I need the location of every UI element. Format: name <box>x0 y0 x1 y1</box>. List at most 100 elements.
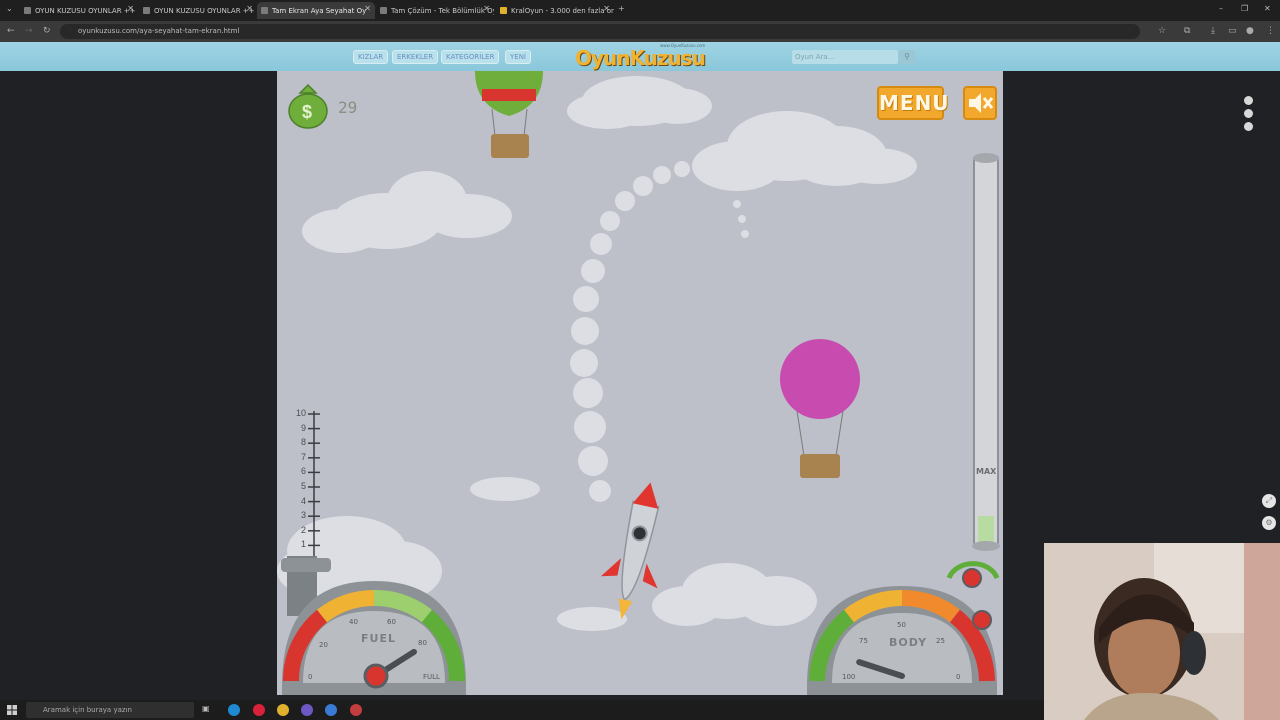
tab-title: OYUN KUZUSU OYUNLAR ++ <box>35 6 136 15</box>
progress-tube <box>972 153 1000 551</box>
fuel-tick-full: FULL <box>423 673 440 681</box>
body-gauge-label: BODY <box>889 636 928 649</box>
altitude-mark: 5 <box>300 481 306 491</box>
recorder-icon[interactable] <box>350 704 362 716</box>
crown-favicon-icon <box>500 7 507 14</box>
money-count: 29 <box>338 98 358 117</box>
fuel-tick-40: 40 <box>349 618 358 626</box>
app-icon[interactable] <box>301 704 313 716</box>
fuel-tick-80: 80 <box>418 639 427 647</box>
game-canvas[interactable]: $ 29 MENU 10 9 8 7 6 5 4 3 2 1 MAX FUEL … <box>277 71 1003 695</box>
taskbar-search-placeholder: Aramak için buraya yazın <box>43 706 132 714</box>
site-favicon-icon <box>261 7 268 14</box>
body-tick-100: 100 <box>842 673 856 681</box>
close-tab-icon[interactable]: ✕ <box>246 4 253 13</box>
nav-erkekler[interactable]: ERKEKLER <box>392 50 439 64</box>
mute-button[interactable] <box>963 86 997 120</box>
site-search-input[interactable]: Oyun Ara... <box>792 50 898 64</box>
pink-balloon <box>780 339 860 478</box>
body-tick-75: 75 <box>859 637 868 645</box>
tab-title: Tam Ekran Aya Seyahat Oy <box>272 6 367 15</box>
tab-title: Tam Çözüm - Tek Bölümlük Oy <box>391 6 494 15</box>
chrome-icon[interactable] <box>277 704 289 716</box>
edge-icon[interactable] <box>228 704 240 716</box>
money-bag-icon: $ <box>288 83 328 129</box>
site-favicon-icon <box>143 7 150 14</box>
extensions-icon[interactable]: ⧉ <box>1184 26 1190 36</box>
svg-text:$: $ <box>302 102 312 122</box>
task-view-icon[interactable]: ▣ <box>202 704 214 716</box>
expand-icon[interactable]: ⤢ <box>1262 494 1276 508</box>
body-gauge <box>807 561 1000 695</box>
fuel-gauge-label: FUEL <box>361 632 396 645</box>
browser-menu-icon[interactable]: ⋮ <box>1266 26 1275 36</box>
browser-tab-1[interactable]: OYUN KUZUSU OYUNLAR ++ ✕ <box>20 2 138 19</box>
windows-start-icon[interactable] <box>7 705 17 715</box>
site-logo-url: www.OyunKuzusu.com <box>660 43 706 48</box>
altitude-mark: 9 <box>300 422 306 433</box>
close-tab-icon[interactable]: ✕ <box>127 4 134 13</box>
browser-tab-2[interactable]: OYUN KUZUSU OYUNLAR ++ ✕ <box>139 2 257 19</box>
webcam-person <box>1044 543 1280 720</box>
site-header: KIZLAR ERKEKLER KATEGORİLER YENİ OyunKuz… <box>0 42 1280 71</box>
altitude-mark: 3 <box>300 510 306 521</box>
site-logo[interactable]: OyunKuzusu <box>575 46 706 70</box>
forward-icon[interactable]: → <box>25 26 33 36</box>
reload-icon[interactable]: ↻ <box>43 26 51 36</box>
site-favicon-icon <box>24 7 31 14</box>
body-tick-25: 25 <box>936 637 945 645</box>
windows-taskbar: Aramak için buraya yazın ▣ <box>0 700 1044 720</box>
options-dot[interactable] <box>1244 122 1253 131</box>
fuel-tick-60: 60 <box>387 618 396 626</box>
telegram-icon[interactable] <box>325 704 337 716</box>
cast-icon[interactable]: ▭ <box>1228 26 1237 36</box>
profile-icon[interactable]: ● <box>1246 26 1254 36</box>
browser-tab-bar: ⌄ OYUN KUZUSU OYUNLAR ++ ✕ OYUN KUZUSU O… <box>0 0 1280 21</box>
browser-tab-5[interactable]: KralOyun - 3.000 den fazla onlin ✕ <box>496 2 614 19</box>
restore-icon[interactable]: ❐ <box>1241 4 1248 13</box>
altitude-mark: 4 <box>300 495 306 506</box>
nav-kizlar[interactable]: KIZLAR <box>353 50 389 64</box>
fuel-tick-20: 20 <box>319 641 328 649</box>
site-favicon-icon <box>380 7 387 14</box>
green-balloon <box>475 71 543 158</box>
download-icon[interactable]: ⤓ <box>1211 26 1215 36</box>
opera-icon[interactable] <box>253 704 265 716</box>
body-tick-50: 50 <box>897 621 906 629</box>
new-tab-icon[interactable]: + <box>618 4 625 13</box>
webcam-overlay <box>1044 543 1280 720</box>
options-dot[interactable] <box>1244 96 1253 105</box>
bookmark-star-icon[interactable]: ☆ <box>1158 26 1166 36</box>
close-tab-icon[interactable]: ✕ <box>483 4 490 13</box>
altitude-mark: 2 <box>300 524 306 535</box>
altitude-mark: 10 <box>295 408 306 418</box>
altitude-mark: 7 <box>300 451 306 462</box>
settings-icon[interactable]: ⚙ <box>1262 516 1276 530</box>
url-text: oyunkuzusu.com/aya-seyahat-tam-ekran.htm… <box>78 27 240 35</box>
smoke-trail <box>570 161 749 502</box>
back-icon[interactable]: ← <box>7 26 15 36</box>
tab-title: KralOyun - 3.000 den fazla onlin <box>511 6 614 15</box>
close-tab-icon[interactable]: ✕ <box>603 4 610 13</box>
nav-yeni[interactable]: YENİ <box>505 50 531 64</box>
altitude-mark: 8 <box>300 437 306 448</box>
mute-speaker-icon <box>969 93 994 113</box>
tab-list-icon[interactable]: ⌄ <box>6 4 13 13</box>
address-bar[interactable]: oyunkuzusu.com/aya-seyahat-tam-ekran.htm… <box>60 24 1140 39</box>
max-label: MAX <box>976 467 997 476</box>
close-tab-icon[interactable]: ✕ <box>364 4 371 13</box>
taskbar-search-input[interactable]: Aramak için buraya yazın <box>26 702 194 718</box>
fuel-tick-0: 0 <box>308 673 313 681</box>
search-icon[interactable]: ⚲ <box>899 50 915 64</box>
tab-title: OYUN KUZUSU OYUNLAR ++ <box>154 6 255 15</box>
game-scene: $ <box>277 71 1000 695</box>
browser-tab-3[interactable]: Tam Ekran Aya Seyahat Oy ✕ <box>257 2 375 19</box>
minimize-icon[interactable]: – <box>1219 4 1223 13</box>
nav-kategoriler[interactable]: KATEGORİLER <box>441 50 500 64</box>
browser-toolbar: ← → ↻ oyunkuzusu.com/aya-seyahat-tam-ekr… <box>0 21 1280 42</box>
menu-button[interactable]: MENU <box>877 86 949 120</box>
options-dot[interactable] <box>1244 109 1253 118</box>
browser-tab-4[interactable]: Tam Çözüm - Tek Bölümlük Oy ✕ <box>376 2 494 19</box>
body-tick-0: 0 <box>956 673 961 681</box>
close-window-icon[interactable]: ✕ <box>1264 4 1271 13</box>
